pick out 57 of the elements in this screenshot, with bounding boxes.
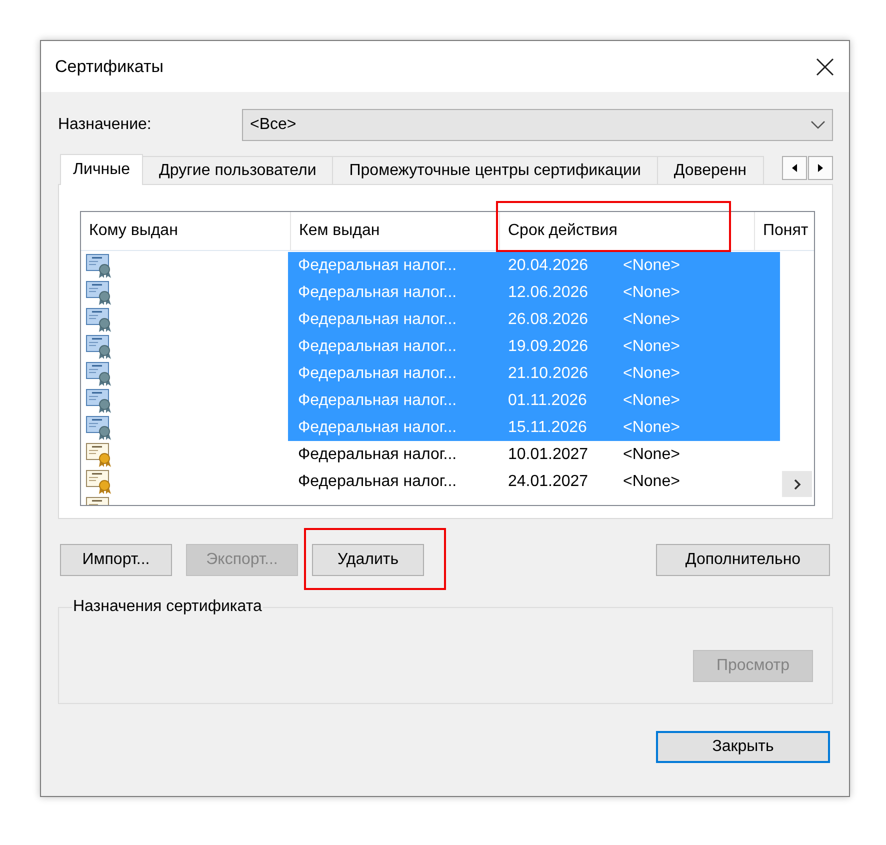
close-icon xyxy=(816,58,834,76)
expiry-cell-text: 21.10.2026 xyxy=(507,364,590,382)
expiry-cell-text: 01.11.2026 xyxy=(507,392,588,410)
certificate-icon xyxy=(86,253,112,278)
table-cell-text: <None> xyxy=(622,446,681,464)
chevron-down-icon xyxy=(811,121,825,129)
issuer-cell-text: Федеральная налог... xyxy=(297,284,458,302)
table-cell-text: <None> xyxy=(622,338,681,356)
list-item[interactable]: Федеральная налог... 10.01.2027 <None> xyxy=(288,441,780,468)
close-dialog-button[interactable]: Закрыть xyxy=(656,731,830,763)
issuer-cell-text: Федеральная налог... xyxy=(297,364,458,382)
triangle-right-icon xyxy=(818,164,823,172)
issuer-cell-text: Федеральная налог... xyxy=(297,472,458,490)
action-button[interactable]: Импорт... xyxy=(60,544,172,576)
group-label: Назначения сертификата xyxy=(72,598,263,616)
window-title: Сертификаты xyxy=(55,56,164,76)
action-button[interactable]: Удалить xyxy=(312,544,424,576)
certificate-icon xyxy=(86,334,112,359)
certificate-icon xyxy=(86,469,112,494)
expiry-cell-text: 12.06.2026 xyxy=(507,284,590,302)
expiry-cell-text: 24.01.2027 xyxy=(507,472,590,490)
tab-scroll-left-button[interactable] xyxy=(782,156,807,180)
table-cell-text: <None> xyxy=(622,472,681,490)
issuer-cell-text: Федеральная налог... xyxy=(297,310,458,328)
certificate-icon xyxy=(86,307,112,332)
triangle-left-icon xyxy=(792,164,797,172)
table-cell-text: <None> xyxy=(622,256,681,274)
scroll-right-button[interactable] xyxy=(782,471,812,497)
tab-scroll-right-button[interactable] xyxy=(808,156,833,180)
certificate-icon xyxy=(86,388,112,413)
certificate-icon xyxy=(86,442,112,467)
certificate-icon xyxy=(86,415,112,440)
chevron-right-icon xyxy=(794,478,800,490)
tab[interactable]: Личные xyxy=(60,154,144,185)
issuer-cell-text: Федеральная налог... xyxy=(297,446,458,464)
table-cell-text: <None> xyxy=(622,392,681,410)
expiry-cell-text: 15.11.2026 xyxy=(507,418,588,436)
issuer-cell-text: Федеральная налог... xyxy=(297,338,458,356)
expiry-cell-text: 19.09.2026 xyxy=(507,338,590,356)
list-item[interactable]: Федеральная налог... 24.01.2027 <None> xyxy=(288,468,780,495)
table-cell-text: <None> xyxy=(622,364,681,382)
issuer-cell-text: Федеральная налог... xyxy=(297,418,458,436)
close-button[interactable] xyxy=(816,58,834,76)
expiry-cell-text: 10.01.2027 xyxy=(507,446,590,464)
expiry-cell-text: 26.08.2026 xyxy=(507,310,590,328)
advanced-button[interactable]: Дополнительно xyxy=(656,544,830,576)
certificate-icon xyxy=(86,361,112,386)
issuer-cell-text: Федеральная налог... xyxy=(297,256,458,274)
purpose-dropdown[interactable]: <Все> xyxy=(242,109,833,141)
expiry-cell-text: 20.04.2026 xyxy=(507,256,590,274)
certificate-icon xyxy=(86,280,112,305)
table-cell-text: <None> xyxy=(622,310,681,328)
table-cell-text: <None> xyxy=(622,284,681,302)
issuer-cell-text: Федеральная налог... xyxy=(297,392,458,410)
purpose-label: Назначение: xyxy=(58,116,152,134)
table-cell-text: <None> xyxy=(622,418,681,436)
tab[interactable]: Доверенн xyxy=(656,156,764,184)
